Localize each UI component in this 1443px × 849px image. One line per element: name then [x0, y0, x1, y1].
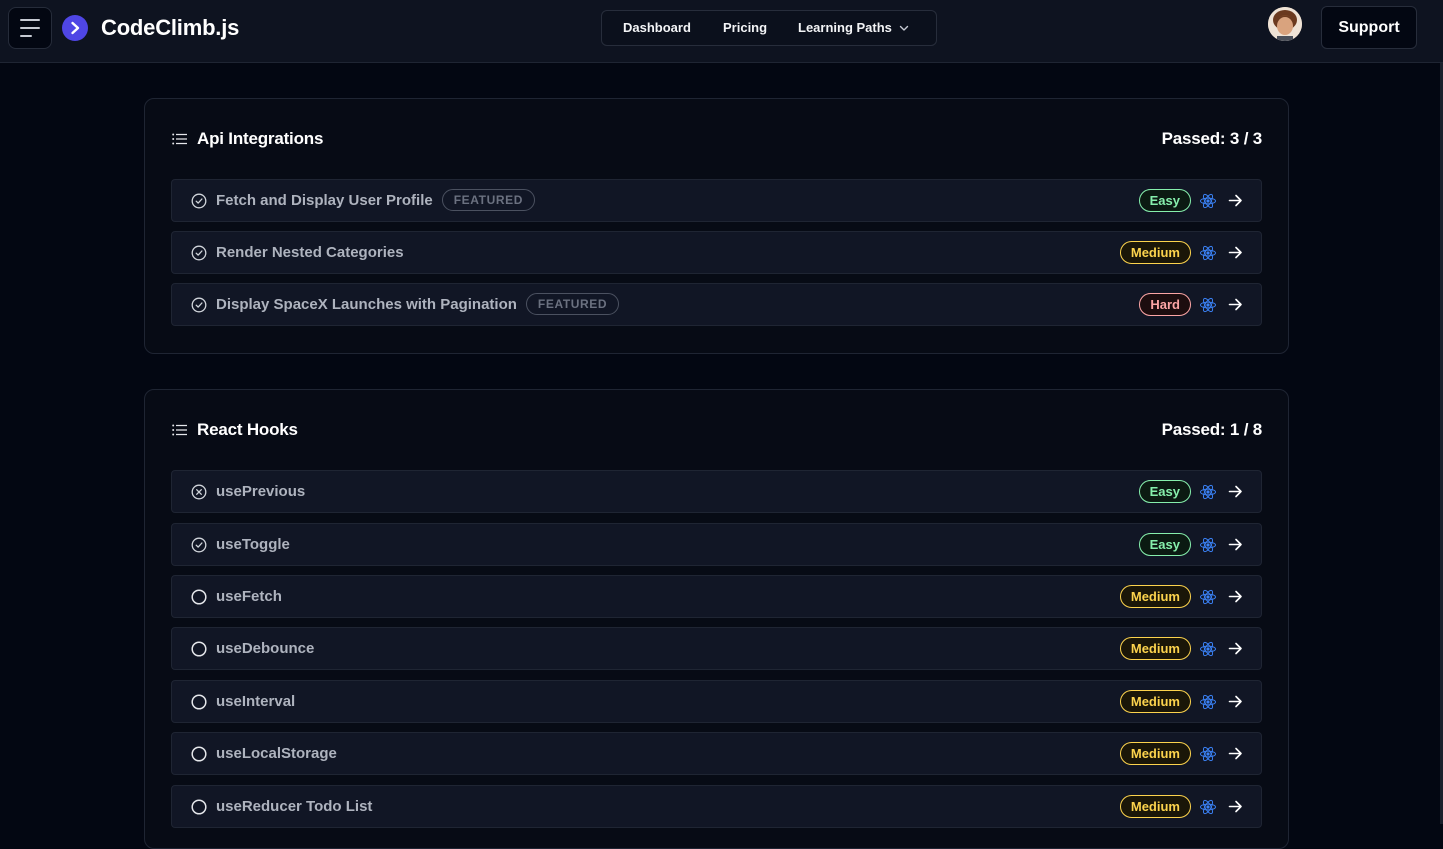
- react-icon: [1200, 694, 1216, 710]
- logo-icon[interactable]: [62, 15, 88, 41]
- challenge-title: Display SpaceX Launches with Pagination: [216, 296, 517, 313]
- difficulty-badge: Easy: [1138, 480, 1191, 503]
- challenge-row[interactable]: Fetch and Display User Profile FEATURED E…: [171, 179, 1262, 222]
- react-icon: [1200, 193, 1216, 209]
- hamburger-icon-line: [20, 27, 40, 29]
- challenge-row[interactable]: useDebounce Medium: [171, 627, 1262, 670]
- circle-icon: [191, 589, 207, 605]
- react-icon: [1200, 537, 1216, 553]
- difficulty-badge: Medium: [1119, 241, 1191, 264]
- section-title: Api Integrations: [197, 129, 324, 148]
- nav-learning-paths[interactable]: Learning Paths: [798, 11, 910, 45]
- section-title: React Hooks: [197, 420, 298, 439]
- arrow-right-icon[interactable]: [1227, 798, 1244, 815]
- react-icon: [1200, 297, 1216, 313]
- difficulty-badge: Easy: [1138, 533, 1191, 556]
- list-icon: [172, 424, 187, 436]
- section-react-hooks: React Hooks Passed: 1 / 8 usePrevious Ea…: [144, 389, 1289, 849]
- support-button[interactable]: Support: [1321, 6, 1417, 49]
- react-icon: [1200, 589, 1216, 605]
- featured-badge: FEATURED: [441, 189, 535, 212]
- difficulty-badge: Medium: [1119, 585, 1191, 608]
- challenge-title: useReducer Todo List: [216, 798, 373, 815]
- arrow-right-icon[interactable]: [1227, 244, 1244, 261]
- main-nav: Dashboard Pricing Learning Paths: [601, 10, 937, 46]
- challenge-row[interactable]: useToggle Easy: [171, 523, 1262, 566]
- challenge-title: Render Nested Categories: [216, 244, 404, 261]
- arrow-right-icon[interactable]: [1227, 588, 1244, 605]
- list-icon: [172, 133, 187, 145]
- difficulty-badge: Medium: [1119, 795, 1191, 818]
- nav-dashboard[interactable]: Dashboard: [623, 11, 691, 45]
- challenge-row[interactable]: Render Nested Categories Medium: [171, 231, 1262, 274]
- section-api-integrations: Api Integrations Passed: 3 / 3 Fetch and…: [144, 98, 1289, 354]
- nav-learning-paths-label: Learning Paths: [798, 20, 892, 35]
- react-icon: [1200, 746, 1216, 762]
- check-circle-icon: [191, 537, 207, 553]
- difficulty-badge: Hard: [1139, 293, 1191, 316]
- difficulty-badge: Medium: [1119, 690, 1191, 713]
- react-icon: [1200, 641, 1216, 657]
- passed-count: Passed: 3 / 3: [1161, 129, 1263, 148]
- challenge-title: usePrevious: [216, 483, 306, 500]
- brand-name[interactable]: CodeClimb.js: [101, 13, 239, 43]
- arrow-right-icon[interactable]: [1227, 536, 1244, 553]
- avatar[interactable]: [1268, 7, 1302, 41]
- circle-icon: [191, 746, 207, 762]
- arrow-right-icon[interactable]: [1227, 483, 1244, 500]
- challenge-row[interactable]: usePrevious Easy: [171, 470, 1262, 513]
- passed-count: Passed: 1 / 8: [1161, 420, 1263, 439]
- challenge-title: useDebounce: [216, 640, 315, 657]
- check-circle-icon: [191, 297, 207, 313]
- challenge-row[interactable]: useFetch Medium: [171, 575, 1262, 618]
- challenge-title: useFetch: [216, 588, 282, 605]
- arrow-right-icon[interactable]: [1227, 693, 1244, 710]
- nav-pricing[interactable]: Pricing: [723, 11, 767, 45]
- challenge-row[interactable]: useReducer Todo List Medium: [171, 785, 1262, 828]
- chevron-down-icon: [899, 25, 909, 31]
- check-circle-icon: [191, 193, 207, 209]
- featured-badge: FEATURED: [525, 293, 620, 316]
- difficulty-badge: Easy: [1138, 189, 1191, 212]
- check-circle-icon: [191, 245, 207, 261]
- hamburger-icon-line: [20, 19, 40, 21]
- react-icon: [1200, 799, 1216, 815]
- react-icon: [1200, 245, 1216, 261]
- react-icon: [1200, 484, 1216, 500]
- difficulty-badge: Medium: [1119, 742, 1191, 765]
- arrow-right-icon[interactable]: [1227, 745, 1244, 762]
- challenge-row[interactable]: useInterval Medium: [171, 680, 1262, 723]
- circle-icon: [191, 799, 207, 815]
- top-navigation-bar: CodeClimb.js Dashboard Pricing Learning …: [0, 0, 1443, 63]
- hamburger-icon-line: [20, 35, 32, 37]
- arrow-right-icon[interactable]: [1227, 640, 1244, 657]
- arrow-right-icon[interactable]: [1227, 296, 1244, 313]
- challenge-row[interactable]: Display SpaceX Launches with Pagination F…: [171, 283, 1262, 326]
- challenge-title: useLocalStorage: [216, 745, 337, 762]
- challenge-title: useToggle: [216, 536, 290, 553]
- challenge-title: useInterval: [216, 693, 296, 710]
- x-circle-icon: [191, 484, 207, 500]
- arrow-right-icon[interactable]: [1227, 192, 1244, 209]
- circle-icon: [191, 641, 207, 657]
- circle-icon: [191, 694, 207, 710]
- menu-button[interactable]: [8, 7, 52, 49]
- difficulty-badge: Medium: [1119, 637, 1191, 660]
- challenge-title: Fetch and Display User Profile: [216, 192, 433, 209]
- challenge-row[interactable]: useLocalStorage Medium: [171, 732, 1262, 775]
